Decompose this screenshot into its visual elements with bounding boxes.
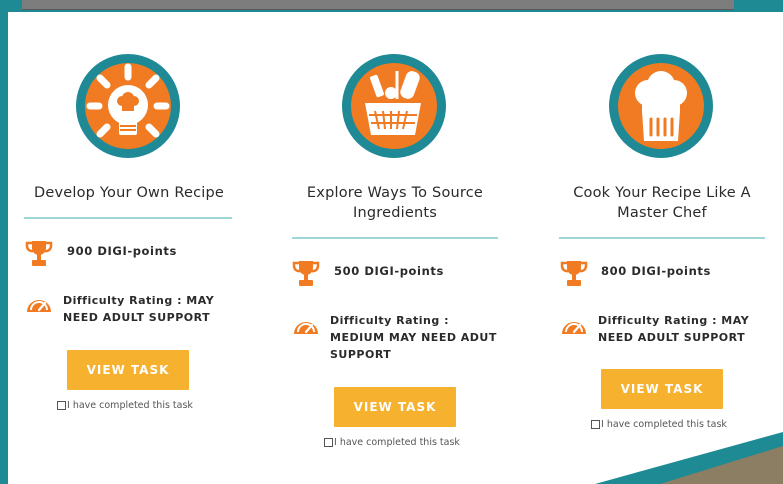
points-value: 900 DIGI-points [67, 244, 177, 258]
view-task-button[interactable]: VIEW TASK [601, 369, 723, 409]
checkbox-icon[interactable] [324, 438, 333, 447]
completed-label: I have completed this task [67, 400, 193, 411]
completed-label: I have completed this task [601, 419, 727, 430]
corner-decoration-accent [660, 446, 783, 484]
top-bar [22, 0, 734, 10]
divider [559, 237, 765, 239]
trophy-icon [560, 261, 588, 286]
view-task-button[interactable]: VIEW TASK [67, 350, 189, 390]
card-title: Explore Ways To Source Ingredients [306, 185, 484, 221]
lightbulb-chef-hat-icon [76, 54, 180, 158]
divider [292, 237, 498, 239]
trophy-icon [25, 241, 53, 266]
chef-hat-icon [609, 54, 713, 158]
difficulty-rating: Difficulty Rating : MAY NEED ADULT SUPPO… [63, 294, 215, 324]
speedometer-icon [294, 322, 318, 334]
speedometer-icon [562, 322, 586, 334]
checkbox-icon[interactable] [591, 420, 600, 429]
speedometer-icon [27, 300, 51, 312]
trophy-icon [292, 261, 320, 286]
completed-checkbox[interactable]: I have completed this task [324, 437, 460, 448]
view-task-button[interactable]: VIEW TASK [334, 387, 456, 427]
divider [24, 217, 232, 219]
checkbox-icon[interactable] [57, 401, 66, 410]
completed-checkbox[interactable]: I have completed this task [57, 400, 193, 411]
points-value: 800 DIGI-points [601, 264, 711, 278]
points-value: 500 DIGI-points [334, 264, 444, 278]
difficulty-rating: Difficulty Rating : MEDIUM MAY NEED ADUT… [330, 314, 497, 361]
card-title: Develop Your Own Recipe [33, 185, 224, 201]
completed-checkbox[interactable]: I have completed this task [591, 419, 727, 430]
difficulty-rating: Difficulty Rating : MAY NEED ADULT SUPPO… [598, 314, 750, 344]
completed-label: I have completed this task [334, 437, 460, 448]
card-title: Cook Your Recipe Like A Master Chef [573, 185, 751, 221]
shopping-basket-icon [342, 54, 446, 158]
